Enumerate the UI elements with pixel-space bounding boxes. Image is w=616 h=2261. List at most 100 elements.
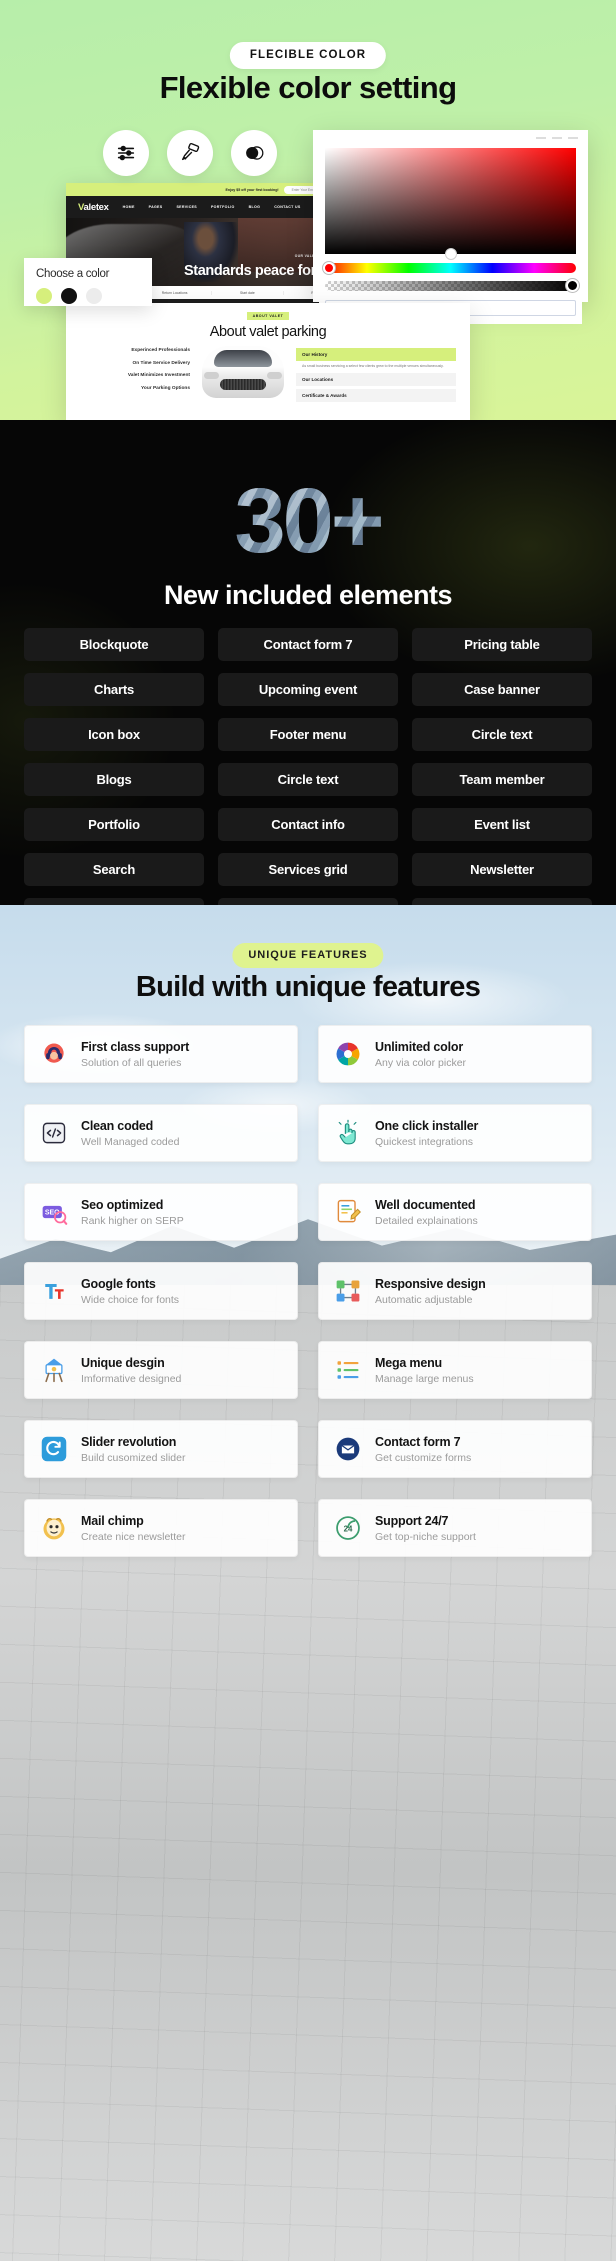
about-valet-card: ABOUT VALET About valet parking Experinc… <box>66 303 470 420</box>
nav-item-pages[interactable]: PAGES <box>149 205 163 209</box>
element-chip[interactable]: Newsletter <box>412 853 592 886</box>
feature-title: One click installer <box>375 1119 478 1133</box>
feature-card-first-class-support[interactable]: First class support Solution of all quer… <box>24 1025 298 1083</box>
nav-item-home[interactable]: HOME <box>123 205 135 209</box>
included-elements-section: 30+ New included elements Blockquote Con… <box>0 420 616 905</box>
feature-card-unlimited-color[interactable]: Unlimited color Any via color picker <box>318 1025 592 1083</box>
element-chip[interactable]: Contact form 7 <box>218 628 398 661</box>
chrome-bar-2 <box>552 137 562 139</box>
element-chip[interactable]: Circle text <box>218 763 398 796</box>
element-chip[interactable]: News list <box>412 898 592 905</box>
nav-item-services[interactable]: SERVICES <box>176 205 197 209</box>
nav-item-contact[interactable]: CONTACT US <box>274 205 300 209</box>
element-chip[interactable]: Footer menu <box>218 718 398 751</box>
element-chip[interactable]: Blogs <box>24 763 204 796</box>
alpha-slider[interactable] <box>325 281 576 291</box>
element-chip[interactable]: Charts <box>24 673 204 706</box>
site-logo[interactable]: Valetex <box>78 202 109 213</box>
feature-title: First class support <box>81 1040 189 1054</box>
element-chip[interactable]: Search <box>24 853 204 886</box>
color-swatch-black[interactable] <box>61 288 77 304</box>
color-swatch-grey[interactable] <box>86 288 102 304</box>
elements-title: New included elements <box>0 580 616 611</box>
element-chip[interactable]: Icon box <box>24 718 204 751</box>
svg-text:24: 24 <box>344 1525 353 1534</box>
color-swatch-lime[interactable] <box>36 288 52 304</box>
document-pencil-icon <box>333 1197 363 1227</box>
saturation-value-area[interactable] <box>325 148 576 254</box>
booking-start[interactable]: Start date <box>212 291 285 295</box>
about-feature-2: On Time Service Delivery <box>80 361 190 366</box>
about-feature-4: Your Parking Options <box>80 386 190 391</box>
element-chip[interactable]: Case banner <box>412 673 592 706</box>
contact-form-icon <box>333 1434 363 1464</box>
feature-subtitle: Wide choice for fonts <box>81 1294 179 1306</box>
feature-card-support-247[interactable]: 24 Support 24/7 Get top-niche support <box>318 1499 592 1557</box>
about-feature-3: Valet Minimizes Investment <box>80 373 190 378</box>
feature-title: Contact form 7 <box>375 1435 471 1449</box>
feature-subtitle: Automatic adjustable <box>375 1294 486 1306</box>
element-chip[interactable]: Circle text <box>412 718 592 751</box>
flexible-color-section: FLECIBLE COLOR Flexible color setting Ve… <box>0 0 616 420</box>
contrast-icon[interactable] <box>231 130 277 176</box>
feature-card-responsive-design[interactable]: Responsive design Automatic adjustable <box>318 1262 592 1320</box>
feature-card-clean-coded[interactable]: Clean coded Well Managed coded <box>24 1104 298 1162</box>
feature-card-seo-optimized[interactable]: SEO Seo optimized Rank higher on SERP <box>24 1183 298 1241</box>
features-badge: UNIQUE FEATURES <box>232 943 383 968</box>
feature-subtitle: Well Managed coded <box>81 1136 179 1148</box>
page-title: Flexible color setting <box>0 70 616 106</box>
feature-card-google-fonts[interactable]: Google fonts Wide choice for fonts <box>24 1262 298 1320</box>
feature-card-contact-form-7[interactable]: Contact form 7 Get customize forms <box>318 1420 592 1478</box>
accordion-history-text: As small business servicing a select few… <box>296 364 456 373</box>
elements-chip-grid: Blockquote Contact form 7 Pricing table … <box>24 628 592 905</box>
feature-card-well-documented[interactable]: Well documented Detailed explainations <box>318 1183 592 1241</box>
choose-color-title: Choose a color <box>36 268 140 280</box>
support-headset-icon <box>39 1039 69 1069</box>
paint-roller-icon[interactable] <box>167 130 213 176</box>
feature-card-mail-chimp[interactable]: Mail chimp Create nice newsletter <box>24 1499 298 1557</box>
alpha-handle[interactable] <box>566 279 579 292</box>
feature-subtitle: Get top-niche support <box>375 1531 476 1543</box>
element-chip[interactable]: Pricing table <box>412 628 592 661</box>
code-brackets-icon <box>39 1118 69 1148</box>
element-chip[interactable]: Services grid <box>218 853 398 886</box>
element-chip[interactable]: Blockquote <box>24 628 204 661</box>
element-chip[interactable]: Portfolio <box>24 808 204 841</box>
element-chip[interactable]: Event list <box>412 808 592 841</box>
support-247-icon: 24 <box>333 1513 363 1543</box>
accordion-item-locations[interactable]: Our Locations <box>296 373 456 386</box>
feature-subtitle: Manage large menus <box>375 1373 474 1385</box>
slider-revolution-icon <box>39 1434 69 1464</box>
color-picker-window: #020101 <box>313 130 588 302</box>
features-grid: First class support Solution of all quer… <box>24 1025 592 1557</box>
chrome-bar-3 <box>568 137 578 139</box>
element-chip[interactable]: Pricing table <box>218 898 398 905</box>
nav-item-blog[interactable]: BLOG <box>249 205 261 209</box>
hue-slider[interactable] <box>325 263 576 273</box>
nav-item-portfolio[interactable]: PORTFOLIO <box>211 205 235 209</box>
feature-card-one-click-installer[interactable]: One click installer Quickest integration… <box>318 1104 592 1162</box>
about-feature-1: Experinced Professionals <box>80 348 190 353</box>
responsive-devices-icon <box>333 1276 363 1306</box>
feature-card-mega-menu[interactable]: Mega menu Manage large menus <box>318 1341 592 1399</box>
accordion-item-certificates[interactable]: Certificate & Awards <box>296 389 456 402</box>
topbar-promo-text: Enjoy $5 off your first booking! <box>225 188 278 192</box>
accordion-item-history[interactable]: Our History <box>296 348 456 361</box>
element-chip[interactable]: Contact info <box>218 808 398 841</box>
feature-card-slider-revolution[interactable]: Slider revolution Build cusomized slider <box>24 1420 298 1478</box>
sliders-icon[interactable] <box>103 130 149 176</box>
color-wheel-icon <box>333 1039 363 1069</box>
saturation-handle[interactable] <box>445 248 457 260</box>
about-accordion: Our History As small business servicing … <box>296 348 456 405</box>
feature-title: Google fonts <box>81 1277 179 1291</box>
feature-title: Clean coded <box>81 1119 179 1133</box>
feature-subtitle: Imformative designed <box>81 1373 181 1385</box>
element-chip[interactable]: Upcoming event <box>218 673 398 706</box>
choose-color-panel: Choose a color <box>24 258 152 306</box>
element-chip[interactable]: Team member <box>412 763 592 796</box>
element-chip[interactable]: News grid <box>24 898 204 905</box>
hue-handle[interactable] <box>323 262 335 274</box>
feature-title: Mega menu <box>375 1356 474 1370</box>
feature-title: Support 24/7 <box>375 1514 476 1528</box>
feature-card-unique-desgin[interactable]: Unique desgin Imformative designed <box>24 1341 298 1399</box>
